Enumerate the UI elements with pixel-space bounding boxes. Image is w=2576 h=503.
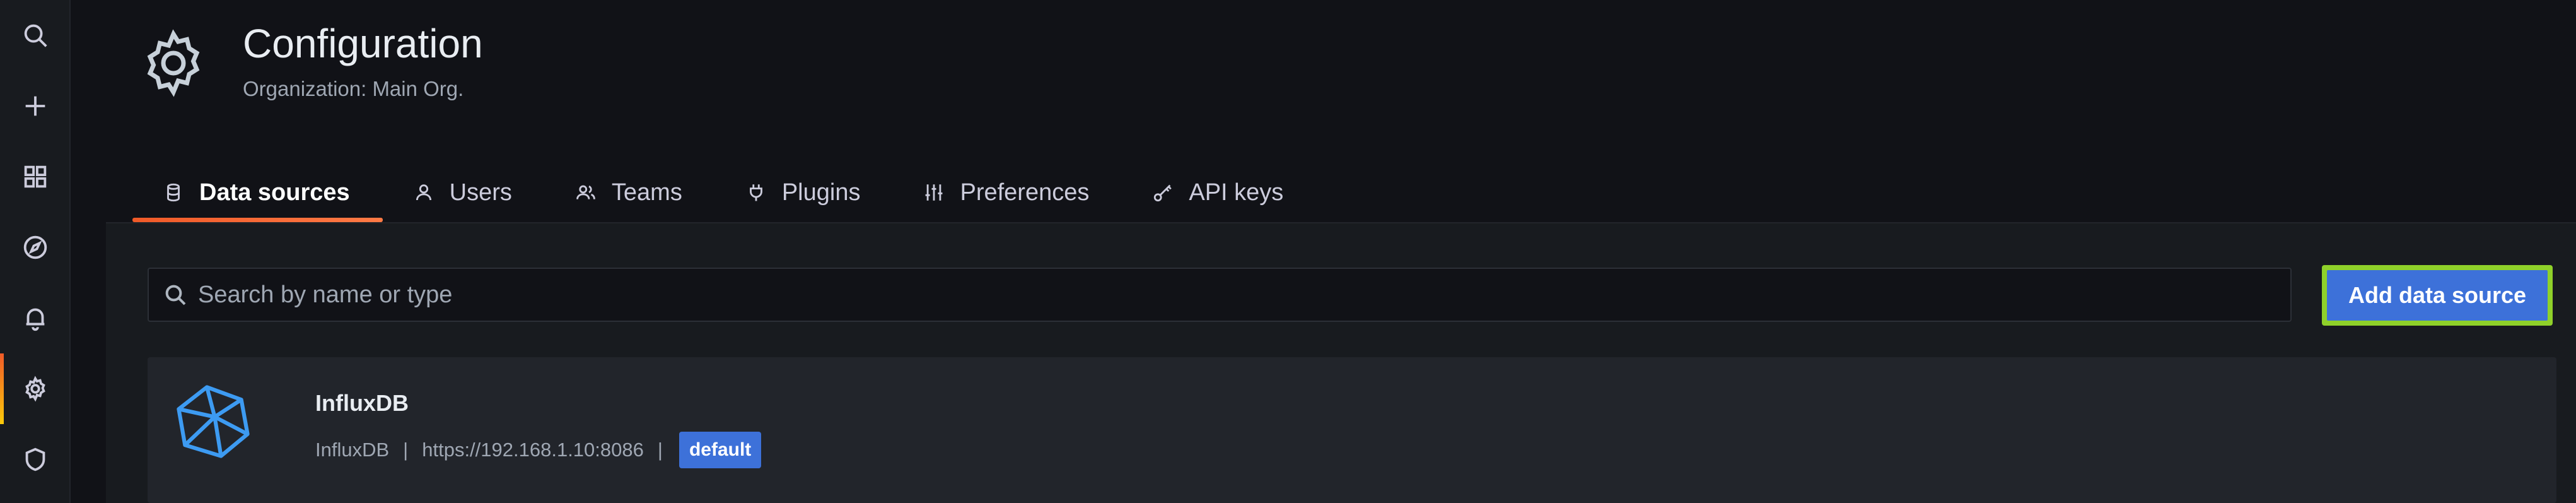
search-icon	[24, 24, 47, 47]
datasource-card-influxdb[interactable]: InfluxDB InfluxDB | https://192.168.1.10…	[148, 357, 2556, 503]
key-icon	[1154, 184, 1172, 202]
sidebar-item-search[interactable]	[0, 0, 71, 71]
tab-preferences[interactable]: Preferences	[893, 163, 1122, 222]
sidebar-item-configuration[interactable]	[0, 353, 71, 424]
data-sources-panel: Add data source InfluxDB InfluxDB | http…	[106, 223, 2576, 503]
page-subtitle: Organization: Main Org.	[243, 77, 464, 100]
dashboards-icon	[24, 165, 47, 188]
sidebar-item-create[interactable]	[0, 71, 71, 141]
gear-icon	[25, 376, 45, 402]
datasource-url: https://192.168.1.10:8086	[422, 439, 644, 461]
datasource-name: InfluxDB	[315, 390, 409, 416]
default-badge: default	[679, 432, 762, 468]
tab-label: Teams	[611, 179, 682, 206]
datasource-type: InfluxDB	[315, 439, 390, 461]
page-title: Configuration	[243, 21, 483, 66]
shield-icon	[25, 447, 45, 471]
sidebar-item-dashboards[interactable]	[0, 141, 71, 212]
datasource-meta: InfluxDB | https://192.168.1.10:8086 | d…	[315, 432, 762, 468]
plus-icon	[25, 96, 45, 116]
bell-icon	[26, 308, 45, 331]
database-icon	[167, 183, 180, 202]
tab-users[interactable]: Users	[383, 163, 545, 222]
tab-label: Preferences	[960, 179, 1090, 206]
separator: |	[403, 439, 409, 461]
tab-data-sources[interactable]: Data sources	[132, 163, 383, 222]
plug-icon	[749, 184, 762, 201]
compass-icon	[23, 235, 47, 259]
search-box[interactable]	[148, 268, 2292, 322]
page-header-icon	[136, 25, 211, 101]
gear-icon	[147, 29, 200, 97]
search-icon	[165, 285, 186, 305]
tab-bar: Data sources Users Teams Plugins Prefere…	[132, 163, 1316, 222]
sliders-icon	[926, 184, 943, 201]
search-input[interactable]	[197, 280, 2290, 309]
separator: |	[657, 439, 663, 461]
tab-label: Users	[449, 179, 512, 206]
user-icon	[416, 184, 431, 201]
tab-teams[interactable]: Teams	[545, 163, 715, 222]
users-icon	[576, 185, 595, 199]
add-data-source-button[interactable]: Add data source	[2327, 270, 2548, 321]
sidebar-item-alerting[interactable]	[0, 283, 71, 353]
tab-label: API keys	[1189, 179, 1284, 206]
sidebar-item-explore[interactable]	[0, 212, 71, 283]
sidebar	[0, 0, 71, 503]
tab-label: Data sources	[199, 179, 350, 206]
tab-label: Plugins	[781, 179, 861, 206]
sidebar-item-admin[interactable]	[0, 424, 71, 495]
tab-api-keys[interactable]: API keys	[1122, 163, 1316, 222]
tab-plugins[interactable]: Plugins	[715, 163, 894, 222]
influxdb-logo-icon	[174, 382, 252, 461]
